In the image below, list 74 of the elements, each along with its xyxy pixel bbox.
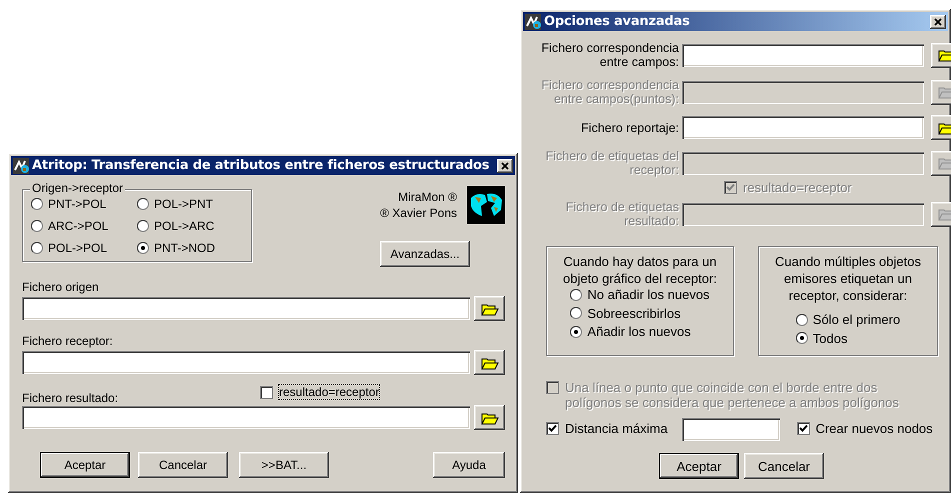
checkbox-icon[interactable] <box>796 422 810 435</box>
text-field[interactable] <box>682 44 924 66</box>
field-label: Fichero correspondencia entre campos(puntos): <box>540 78 679 106</box>
app-icon <box>525 14 541 30</box>
radio-icon[interactable] <box>137 242 149 254</box>
radio-option[interactable]: ARC->POL <box>31 219 108 233</box>
field-label: Fichero receptor: <box>22 334 114 348</box>
checkbox-icon[interactable] <box>546 422 559 435</box>
radio-option[interactable]: POL->PNT <box>137 197 214 211</box>
folder-icon <box>480 356 498 370</box>
radio-option[interactable]: POL->ARC <box>137 219 214 233</box>
window-title: Opciones avanzadas <box>544 14 691 29</box>
radio-icon[interactable] <box>570 288 582 300</box>
group-heading: Cuando hay datos para un objeto gráfico del receptor: <box>562 253 718 287</box>
field-label: Fichero origen <box>22 280 100 294</box>
radio-icon[interactable] <box>31 198 43 210</box>
text-field[interactable] <box>22 297 470 320</box>
radio-option[interactable]: No añadir los nuevos <box>570 287 710 302</box>
folder-icon <box>938 48 951 62</box>
radio-icon[interactable] <box>137 198 149 210</box>
dialog-button[interactable]: Avanzadas... <box>380 241 470 267</box>
browse-button[interactable] <box>474 350 505 375</box>
dialog-button[interactable]: >>BAT... <box>239 452 329 478</box>
text-field[interactable] <box>22 351 470 374</box>
folder-icon <box>480 410 498 424</box>
checkbox[interactable]: resultado=receptor <box>260 384 380 398</box>
folder-icon <box>938 120 951 134</box>
text-field[interactable] <box>22 406 470 429</box>
dialog-button[interactable]: Ayuda <box>433 452 505 478</box>
radio-icon[interactable] <box>796 314 808 326</box>
dialog-button[interactable]: Cancelar <box>744 453 824 479</box>
radio-option[interactable]: Sobreescribirlos <box>570 306 681 320</box>
field-label: Fichero correspondencia entre campos: <box>540 41 679 69</box>
browse-button[interactable] <box>474 405 505 430</box>
radio-icon[interactable] <box>570 307 582 319</box>
window-title: Atritop: Transferencia de atributos entre ficheros estructurados <box>32 158 490 173</box>
dialog-button[interactable]: Cancelar <box>138 452 228 478</box>
field-label: Fichero de etiquetas del receptor: <box>544 149 679 177</box>
close-button[interactable] <box>930 14 946 28</box>
radio-option[interactable]: PNT->POL <box>31 197 106 211</box>
radio-option[interactable]: Añadir los nuevos <box>570 324 691 339</box>
checkbox-label: Distancia máxima <box>565 421 668 436</box>
globe-icon <box>467 186 505 224</box>
close-icon <box>934 18 942 26</box>
close-button[interactable] <box>497 158 513 172</box>
folder-icon <box>938 156 951 170</box>
group-heading: Cuando múltiples objetos emisores etiquetan un receptor, considerar: <box>774 253 922 304</box>
radio-icon[interactable] <box>31 220 43 232</box>
group-label: Origen->receptor <box>30 181 126 195</box>
field-label: Fichero resultado: <box>22 391 120 405</box>
radio-icon[interactable] <box>137 220 149 232</box>
field-label: Fichero reportaje: <box>580 120 679 134</box>
radio-icon[interactable] <box>31 242 43 254</box>
checkbox-label: resultado=receptor <box>279 384 380 398</box>
dialog-button[interactable]: Aceptar <box>40 452 130 478</box>
radio-option[interactable]: POL->POL <box>31 241 108 255</box>
text-field[interactable] <box>682 418 780 441</box>
text-field[interactable] <box>682 116 924 139</box>
radio-option[interactable]: Sólo el primero <box>796 312 900 327</box>
radio-option[interactable]: Todos <box>796 330 848 346</box>
credits-text: MiraMon ® ® Xavier Pons <box>380 189 457 221</box>
folder-icon <box>938 85 951 99</box>
close-icon <box>501 162 509 170</box>
radio-icon[interactable] <box>796 332 808 344</box>
field-label: Fichero de etiquetas resultado: <box>564 200 679 228</box>
checkbox-icon[interactable] <box>260 386 273 398</box>
checkbox[interactable]: Distancia máxima <box>546 421 668 436</box>
dialog-button[interactable]: Aceptar <box>659 453 739 479</box>
folder-icon <box>480 302 498 316</box>
folder-icon <box>938 207 951 221</box>
app-icon <box>13 158 29 174</box>
radio-option[interactable]: PNT->NOD <box>137 241 216 255</box>
browse-button[interactable] <box>474 296 505 321</box>
radio-icon[interactable] <box>570 326 582 338</box>
